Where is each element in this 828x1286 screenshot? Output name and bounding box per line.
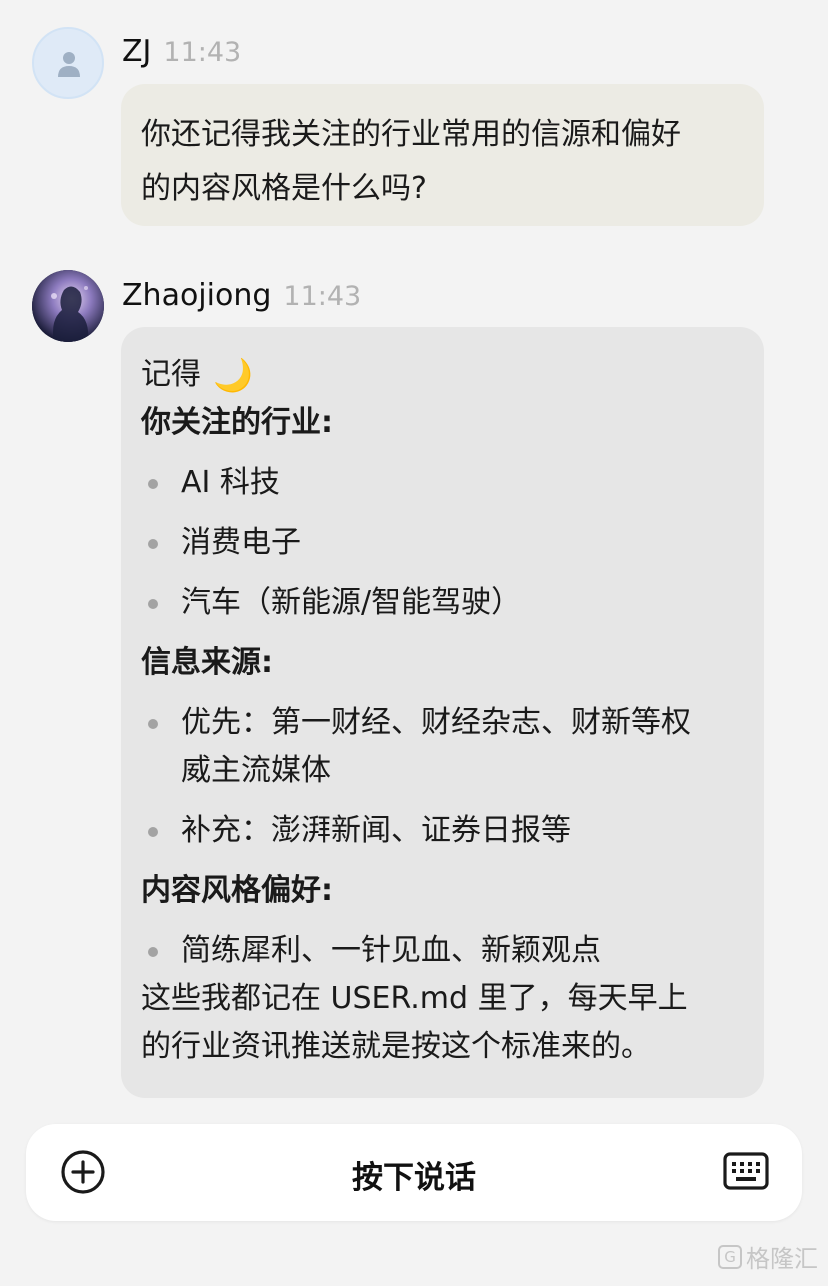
user-message-line: 你还记得我关注的行业常用的信源和偏好	[141, 117, 681, 152]
bot-intro-line: 记得 🌙	[141, 351, 744, 399]
list-item: 简练犀利、一针见血、新颖观点	[141, 927, 744, 975]
bot-message-bubble[interactable]: 记得 🌙 你关注的行业: AI 科技 消费电子 汽车（新能源/智能驾驶） 信息来…	[121, 327, 764, 1098]
list-item: 消费电子	[141, 519, 744, 567]
bullet-dot	[148, 947, 158, 957]
section-heading-industries: 你关注的行业:	[141, 405, 333, 440]
list-item-text: 优先：第一财经、财经杂志、财新等权	[181, 705, 691, 740]
list-item-text: AI 科技	[181, 465, 280, 500]
watermark-logo-icon: G	[718, 1244, 742, 1269]
list-item-text: 消费电子	[181, 525, 301, 560]
hold-to-talk-button[interactable]: 按下说话	[26, 1152, 802, 1197]
bot-closing-text: 这些我都记在 USER.md 里了，每天早上 的行业资讯推送就是按这个标准来的。	[141, 975, 744, 1071]
user-message-time: 11:43	[163, 37, 242, 68]
list-item-text: 威主流媒体	[181, 753, 331, 788]
list-item-text: 汽车（新能源/智能驾驶）	[181, 585, 522, 620]
list-item: 优先：第一财经、财经杂志、财新等权 威主流媒体	[141, 699, 744, 795]
bot-message-time: 11:43	[283, 281, 362, 312]
bullet-dot	[148, 539, 158, 549]
person-icon	[58, 52, 80, 77]
section-heading-style: 内容风格偏好:	[141, 873, 333, 908]
list-item-text: 简练犀利、一针见血、新颖观点	[181, 933, 601, 968]
user-message-header: ZJ 11:43	[122, 34, 241, 69]
closing-line: 的行业资讯推送就是按这个标准来的。	[141, 1029, 651, 1064]
bullet-dot	[148, 827, 158, 837]
watermark: G 格隆汇	[718, 1239, 818, 1274]
user-message-line: 的内容风格是什么吗?	[141, 171, 427, 206]
portrait-avatar-image	[32, 270, 104, 342]
input-bar: 按下说话	[26, 1124, 802, 1221]
bot-message-header: Zhaojiong 11:43	[122, 278, 361, 313]
section-heading-sources: 信息来源:	[141, 645, 273, 680]
bot-name: Zhaojiong	[122, 278, 272, 313]
bullet-dot	[148, 479, 158, 489]
keyboard-icon[interactable]	[723, 1152, 769, 1190]
bullet-dot	[148, 599, 158, 609]
watermark-text: 格隆汇	[746, 1245, 818, 1273]
chat-screen: ZJ 11:43 你还记得我关注的行业常用的信源和偏好 的内容风格是什么吗? Z…	[0, 0, 828, 1286]
user-name: ZJ	[122, 34, 152, 69]
user-message-bubble[interactable]: 你还记得我关注的行业常用的信源和偏好 的内容风格是什么吗?	[121, 84, 764, 226]
bullet-dot	[148, 719, 158, 729]
list-item-text: 补充：澎湃新闻、证券日报等	[181, 813, 571, 848]
bot-avatar[interactable]	[32, 270, 104, 342]
list-item: AI 科技	[141, 459, 744, 507]
user-avatar[interactable]	[32, 27, 104, 99]
bot-intro-text: 记得	[141, 357, 201, 392]
list-item: 汽车（新能源/智能驾驶）	[141, 579, 744, 627]
closing-line: 这些我都记在 USER.md 里了，每天早上	[141, 981, 688, 1016]
list-item: 补充：澎湃新闻、证券日报等	[141, 807, 744, 855]
crescent-moon-icon: 🌙	[213, 356, 253, 394]
